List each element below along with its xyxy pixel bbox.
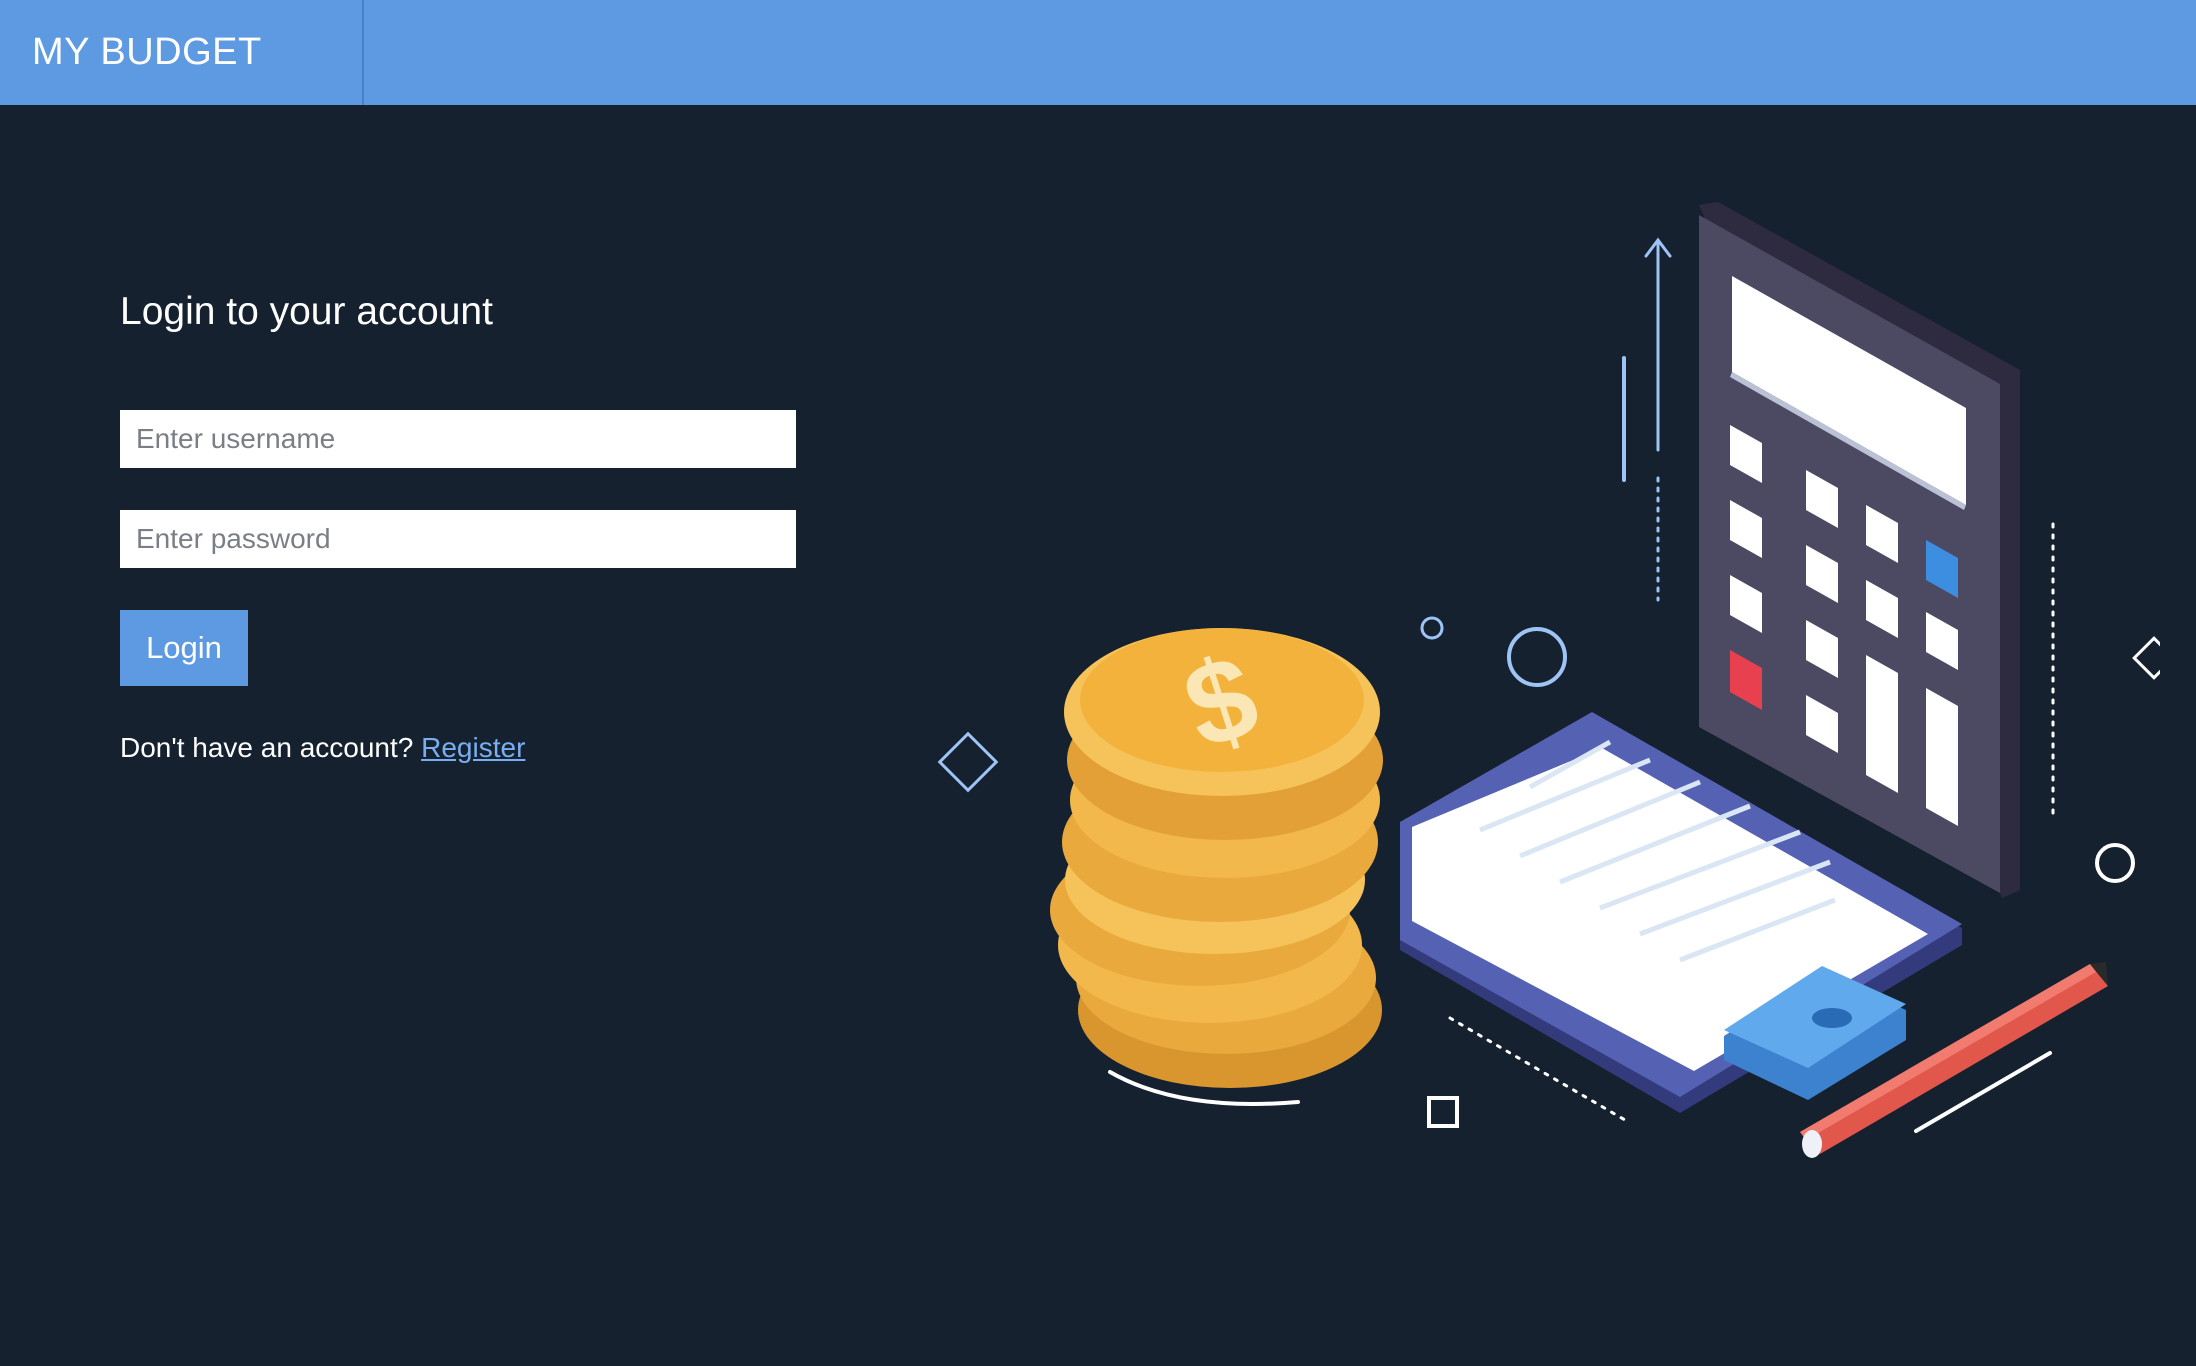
username-input[interactable]: [120, 410, 796, 468]
login-panel: Login to your account Login Don't have a…: [120, 290, 800, 763]
coin-stack-icon: $: [1050, 628, 1383, 1088]
calculator-icon: [1699, 202, 2020, 898]
login-title: Login to your account: [120, 290, 493, 333]
password-input[interactable]: [120, 510, 796, 568]
register-line: Don't have an account? Register: [120, 732, 525, 764]
register-link[interactable]: Register: [421, 732, 525, 763]
app-brand[interactable]: MY BUDGET: [0, 0, 364, 105]
budget-illustration: $: [937, 202, 2160, 1158]
login-button[interactable]: Login: [120, 610, 248, 686]
top-bar: MY BUDGET: [0, 0, 2196, 105]
register-prompt: Don't have an account?: [120, 732, 414, 763]
